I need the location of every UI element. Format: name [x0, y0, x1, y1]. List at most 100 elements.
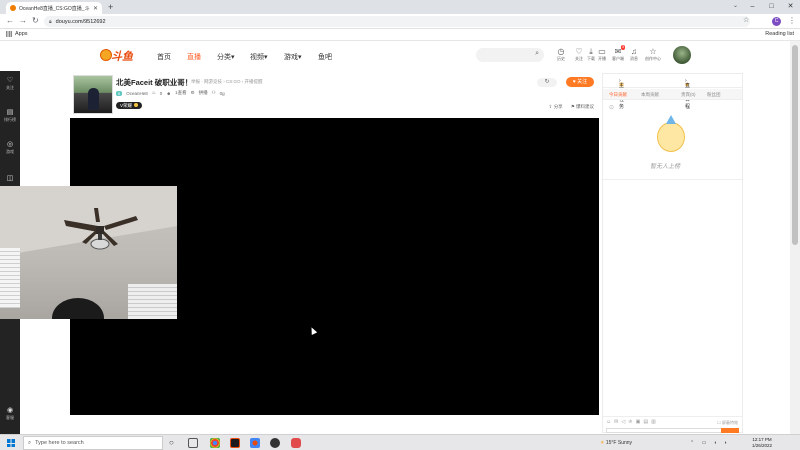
- tab-today[interactable]: 今日贡献: [609, 92, 627, 98]
- block-effects-toggle[interactable]: ☐ 屏蔽特效: [717, 420, 738, 426]
- tab-vip[interactable]: 贵宾(0): [681, 92, 696, 98]
- support-icon: ◉: [6, 407, 14, 414]
- nav-live[interactable]: 直播: [187, 52, 201, 62]
- reading-list-button[interactable]: Reading list: [765, 31, 794, 37]
- back-button[interactable]: ←: [6, 16, 14, 26]
- maximize-button[interactable]: □: [762, 0, 781, 14]
- bookmark-star-icon[interactable]: ☆: [743, 16, 749, 24]
- chevron-down-icon: ▾: [231, 54, 235, 61]
- profile-avatar[interactable]: C: [772, 17, 781, 26]
- taskbar-search-input[interactable]: ⌕ Type here to search: [23, 436, 163, 450]
- forward-button[interactable]: →: [19, 16, 27, 26]
- crown-icon[interactable]: ♔: [628, 419, 632, 425]
- sidebar-item-follow[interactable]: ♡ 关注: [0, 77, 20, 91]
- close-tab-icon[interactable]: ✕: [93, 5, 98, 12]
- image-icon[interactable]: ▣: [636, 419, 641, 425]
- nav-home[interactable]: 首页: [157, 52, 171, 62]
- report-button[interactable]: ⚑ 爆料建议: [571, 104, 594, 110]
- heat-value: 0: [159, 90, 163, 96]
- new-tab-button[interactable]: +: [108, 2, 113, 12]
- sidebar-item-support[interactable]: ◉ 客服: [0, 407, 20, 421]
- streamer-tasks-link[interactable]: ▣ 主播任务 ›: [619, 78, 624, 110]
- nav-categories[interactable]: 分类▾: [217, 52, 235, 62]
- cortana-icon[interactable]: ○: [169, 438, 179, 448]
- site-search-input[interactable]: ⌕: [476, 48, 544, 62]
- apps-grid-icon: [6, 31, 12, 37]
- browser-toolbar: ← → ↻ 🔒︎ douyu.com/9512692 ☆ C ⋮: [0, 14, 800, 29]
- close-window-button[interactable]: ✕: [781, 0, 800, 14]
- search-icon: ⌕: [28, 439, 32, 446]
- chrome-taskbar-icon[interactable]: [210, 438, 220, 448]
- reload-button[interactable]: ↻: [32, 16, 39, 26]
- windows-taskbar: ⌕ Type here to search ○ ☀ 15°F Sunny ⌃ ▭…: [0, 434, 800, 450]
- streamer-name[interactable]: OceanHe8: [126, 91, 148, 96]
- megaphone-icon[interactable]: ◁: [621, 419, 625, 425]
- windows-start-icon[interactable]: [7, 439, 15, 447]
- sidebar-item-ranking[interactable]: ▤ 排行榜: [0, 109, 20, 123]
- tab-week[interactable]: 本周贡献: [641, 92, 659, 98]
- douyu-logo[interactable]: 斗鱼: [100, 48, 134, 63]
- bookmarks-bar: Apps Reading list: [0, 29, 800, 41]
- heart-icon: ♡: [6, 77, 14, 84]
- info-icon[interactable]: ⊙: [609, 104, 614, 111]
- window-blinds: [128, 284, 177, 319]
- card-icon[interactable]: ▤: [643, 419, 648, 425]
- system-tray-icons[interactable]: ⌃ ▭ ◖ ◗: [690, 440, 730, 446]
- share-icon: ⇪: [548, 104, 553, 109]
- share-button[interactable]: ⇪ 分享: [549, 104, 563, 110]
- mascot-face: [657, 122, 685, 152]
- creator-center-button[interactable]: ☆ 创作中心: [645, 47, 661, 62]
- apps-shortcut[interactable]: Apps: [6, 31, 28, 37]
- streamer-avatar[interactable]: [73, 75, 113, 114]
- logo-text: 斗鱼: [111, 51, 133, 63]
- chat-input[interactable]: [606, 428, 736, 433]
- sidebar-item-gamepad[interactable]: ◫: [0, 175, 20, 183]
- nav-fishbar[interactable]: 鱼吧: [318, 52, 332, 62]
- tab-search-icon[interactable]: ⌄: [733, 2, 738, 9]
- sidebar-item-games[interactable]: ◎ 游戏: [0, 141, 20, 155]
- panel-header: ▣ 主播任务 › ◉ 直播日程 ›: [603, 74, 742, 110]
- nav-videos[interactable]: 视频▾: [250, 52, 268, 62]
- apps-label: Apps: [15, 31, 28, 37]
- browser-menu-icon[interactable]: ⋮: [788, 16, 796, 25]
- weather-text: 15°F Sunny: [605, 440, 633, 446]
- client-label: 客户端: [612, 56, 624, 61]
- fans-value[interactable]: 1查看: [175, 90, 187, 96]
- sidebar-item-label: 游戏: [6, 149, 14, 154]
- task-view-icon[interactable]: [188, 438, 198, 448]
- history-button[interactable]: ◷ 历史: [553, 47, 569, 62]
- envelope-icon[interactable]: ✉: [614, 419, 618, 425]
- divider: [603, 179, 742, 180]
- follow-button[interactable]: ♥ 关注: [566, 77, 594, 87]
- chrome-profile-taskbar-icon[interactable]: [250, 438, 260, 448]
- page-scrollbar[interactable]: [790, 41, 800, 434]
- address-bar[interactable]: 🔒︎ douyu.com/9512692: [44, 16, 750, 27]
- search-icon[interactable]: ⌕: [535, 50, 539, 58]
- send-button[interactable]: [721, 428, 739, 433]
- start-stream-button[interactable]: ▭ 开播: [594, 47, 610, 62]
- github-taskbar-icon[interactable]: [270, 438, 280, 448]
- rank-chip[interactable]: V荣耀: [116, 102, 143, 109]
- messages-button[interactable]: ♫ 消息: [626, 47, 642, 62]
- rank-medal-icon: [134, 103, 139, 107]
- app-taskbar-icon[interactable]: [291, 438, 301, 448]
- weather-widget[interactable]: ☀ 15°F Sunny: [600, 440, 632, 446]
- browser-tab[interactable]: OceanHe8直播_CS:GO直播_斗鱼... ✕: [6, 2, 102, 14]
- scrollbar-thumb[interactable]: [792, 45, 798, 245]
- tab-fanclub[interactable]: 粉丝团: [707, 92, 721, 98]
- list-icon[interactable]: ▥: [651, 419, 656, 425]
- emoji-icon[interactable]: ☺: [606, 419, 611, 425]
- minimize-button[interactable]: –: [743, 0, 762, 14]
- obs-taskbar-icon[interactable]: [230, 438, 240, 448]
- lock-icon[interactable]: 🔒︎: [49, 19, 52, 25]
- nav-games[interactable]: 游戏▾: [284, 52, 302, 62]
- fans-icon: ☻: [166, 90, 172, 96]
- bell-icon: ♫: [631, 47, 637, 56]
- empty-state-text: 暂无人上榜: [650, 164, 681, 170]
- schedule-link[interactable]: ◉ 直播日程 ›: [685, 78, 690, 110]
- client-button[interactable]: ✉ 3 客户端: [610, 45, 626, 62]
- user-avatar[interactable]: [673, 46, 691, 64]
- room-category[interactable]: 举报 · 网游竞技 › CS:GO › 开播提醒: [191, 79, 263, 85]
- refresh-button[interactable]: ↻: [537, 78, 557, 87]
- taskbar-clock[interactable]: 12:17 PM 1/26/2022: [752, 437, 772, 449]
